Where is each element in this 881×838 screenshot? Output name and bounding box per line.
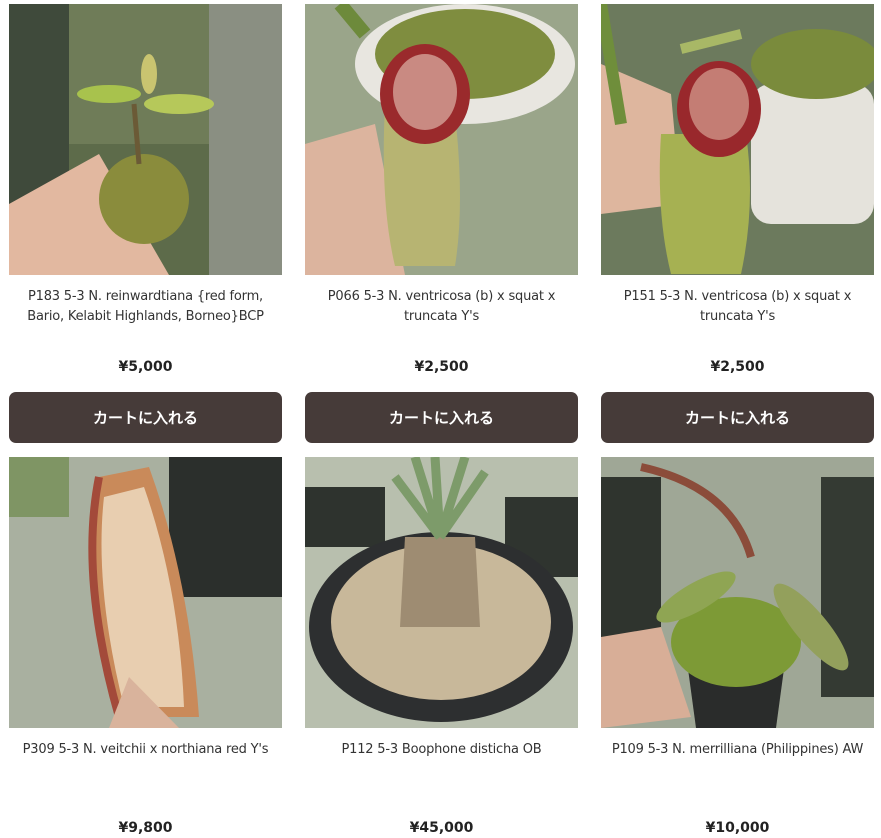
add-to-cart-button[interactable]: カートに入れる bbox=[305, 392, 578, 443]
product-name[interactable]: P151 5-3 N. ventricosa (b) x squat x tru… bbox=[601, 287, 874, 331]
add-to-cart-button[interactable]: カートに入れる bbox=[9, 392, 282, 443]
product-image[interactable] bbox=[9, 457, 282, 728]
product-price: ¥10,000 bbox=[705, 820, 770, 836]
product-price: ¥5,000 bbox=[118, 359, 173, 375]
product-card: P112 5-3 Boophone disticha OB ¥45,000 bbox=[305, 457, 578, 838]
product-card: P151 5-3 N. ventricosa (b) x squat x tru… bbox=[601, 4, 874, 443]
product-name[interactable]: P109 5-3 N. merrilliana (Philippines) AW bbox=[601, 740, 874, 784]
product-name[interactable]: P112 5-3 Boophone disticha OB bbox=[305, 740, 578, 784]
add-to-cart-button[interactable]: カートに入れる bbox=[601, 392, 874, 443]
product-price: ¥45,000 bbox=[409, 820, 474, 836]
product-price: ¥9,800 bbox=[118, 820, 173, 836]
product-name[interactable]: P183 5-3 N. reinwardtiana {red form, Bar… bbox=[9, 287, 282, 331]
product-image[interactable] bbox=[9, 4, 282, 275]
product-image[interactable] bbox=[305, 457, 578, 728]
product-card: P109 5-3 N. merrilliana (Philippines) AW… bbox=[601, 457, 874, 838]
product-name[interactable]: P066 5-3 N. ventricosa (b) x squat x tru… bbox=[305, 287, 578, 331]
product-card: P183 5-3 N. reinwardtiana {red form, Bar… bbox=[9, 4, 282, 443]
product-card: P066 5-3 N. ventricosa (b) x squat x tru… bbox=[305, 4, 578, 443]
product-image[interactable] bbox=[601, 457, 874, 728]
product-price: ¥2,500 bbox=[414, 359, 469, 375]
product-price: ¥2,500 bbox=[710, 359, 765, 375]
product-name[interactable]: P309 5-3 N. veitchii x northiana red Y's bbox=[9, 740, 282, 784]
product-card: P309 5-3 N. veitchii x northiana red Y's… bbox=[9, 457, 282, 838]
product-image[interactable] bbox=[305, 4, 578, 275]
product-image[interactable] bbox=[601, 4, 874, 275]
